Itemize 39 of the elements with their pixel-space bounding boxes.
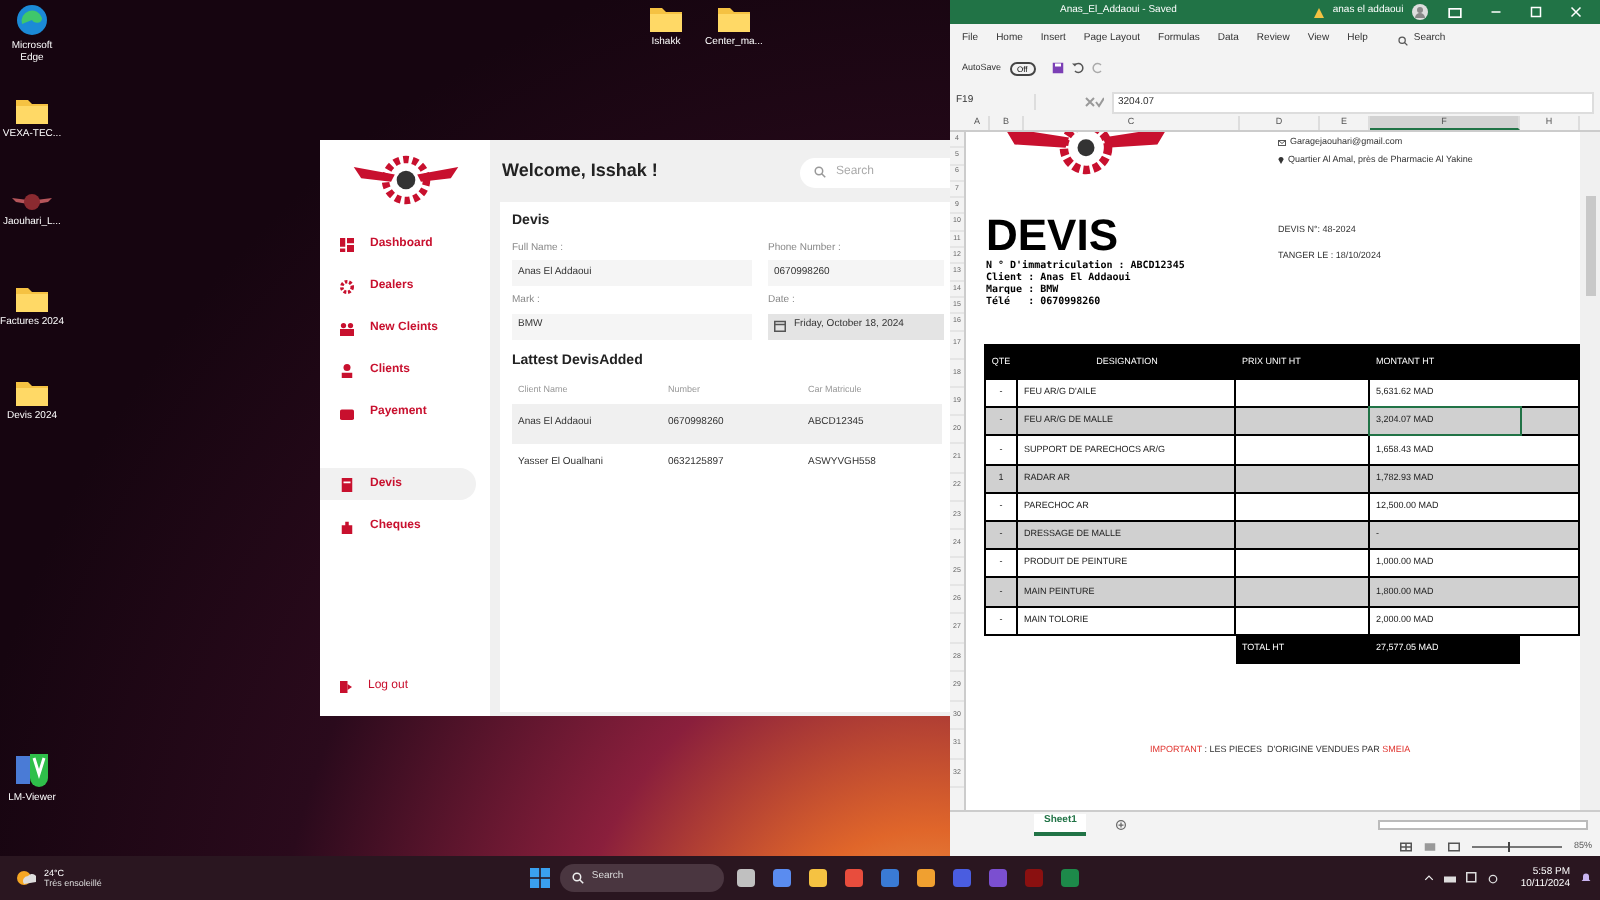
start-icon[interactable] <box>529 868 550 888</box>
welcome-heading: Welcome, Isshak ! <box>500 158 658 185</box>
weather-icon[interactable] <box>16 870 36 886</box>
add-sheet-icon[interactable] <box>1116 819 1127 829</box>
chevron-up-icon[interactable] <box>1424 874 1435 882</box>
ribbon-display-icon[interactable] <box>1447 7 1462 17</box>
document-title: DEVIS <box>986 212 1121 260</box>
normal-view-icon[interactable] <box>1399 841 1412 851</box>
vertical-scrollbar[interactable] <box>1580 132 1600 810</box>
grid-icon <box>340 237 354 251</box>
calendar-icon <box>774 320 786 332</box>
save-icon[interactable] <box>1051 62 1064 74</box>
search-icon <box>814 166 826 178</box>
search-icon <box>571 872 584 884</box>
maximize-icon[interactable] <box>1529 6 1542 18</box>
search-icon <box>1397 35 1408 45</box>
wallet-icon <box>340 405 354 419</box>
logout-icon <box>340 679 352 693</box>
logo-drawing <box>349 152 461 208</box>
display-icon[interactable] <box>1466 872 1479 884</box>
warning-icon <box>1314 7 1325 17</box>
bag-icon <box>340 519 354 533</box>
pin-icon <box>1278 156 1284 165</box>
volume-icon[interactable] <box>1488 873 1499 883</box>
winged-logo-icon <box>12 192 52 212</box>
undo-icon[interactable] <box>1071 62 1084 74</box>
horizontal-scrollbar[interactable] <box>1378 819 1588 829</box>
network-icon[interactable] <box>1444 872 1457 884</box>
document-icon <box>340 477 354 491</box>
minimize-icon[interactable] <box>1489 6 1502 18</box>
avatar-icon <box>1411 4 1428 20</box>
person-icon <box>340 363 354 377</box>
cancel-confirm-icon <box>1084 96 1104 108</box>
close-icon[interactable] <box>1569 6 1582 18</box>
gear-icon <box>340 279 354 293</box>
page-layout-icon[interactable] <box>1423 841 1436 851</box>
bell-icon[interactable] <box>1580 872 1592 884</box>
people-icon <box>340 321 354 335</box>
page-break-icon[interactable] <box>1447 841 1460 851</box>
